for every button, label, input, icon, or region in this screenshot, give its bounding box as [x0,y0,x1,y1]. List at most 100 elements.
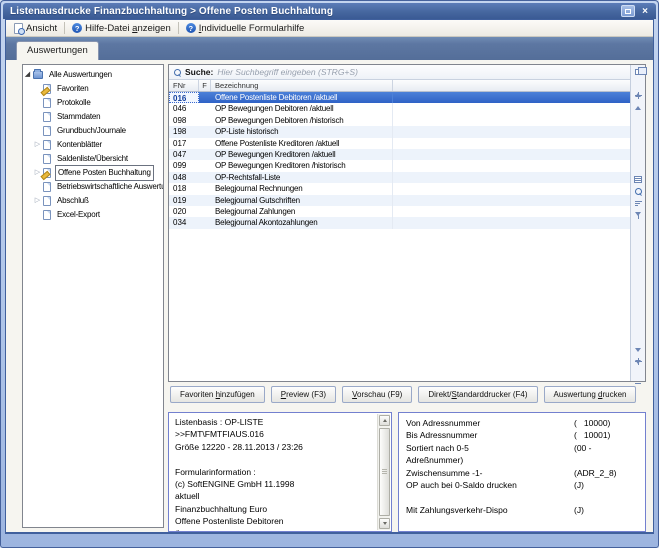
row-fnr: 198 [169,126,199,137]
vorschau-button[interactable]: Vorschau (F9) [342,386,412,403]
scroll-top-icon[interactable] [632,78,645,89]
tree-panel: ◢ Alle Auswertungen Favoriten Protokolle [22,64,164,528]
row-fnr: 046 [169,103,199,114]
title-bar[interactable]: Listenausdrucke Finanzbuchhaltung > Offe… [3,3,656,19]
table-row[interactable]: 017 Offene Postenliste Kreditoren /aktue… [169,138,630,149]
scroll-down-icon[interactable] [632,344,645,355]
table-row[interactable]: 018 Belegjournal Rechnungen [169,183,630,194]
parameter-row: Sortiert nach 0-5(00 - [406,442,639,454]
chevron-right-icon[interactable]: ▷ [33,194,42,208]
info-line: Formularinformation : [175,466,373,478]
tree-item-betriebswirtschaftliche-auswertungen[interactable]: Betriebswirtschaftliche Auswertungen [23,180,163,194]
tree-item-offene-posten-buchhaltung[interactable]: ▷ Offene Posten Buchhaltung [23,166,163,180]
row-flag [199,103,211,114]
table-row[interactable]: 098 OP Bewegungen Debitoren /historisch [169,115,630,126]
table-row[interactable]: 047 OP Bewegungen Kreditoren /aktuell [169,149,630,160]
info-line: Größe 12220 - 28.11.2013 / 23:26 [175,441,373,453]
document-icon [43,196,51,206]
parameter-row: Zwischensumme -1-(ADR_2_8) [406,467,639,479]
row-name: OP Bewegungen Debitoren /aktuell [211,103,393,114]
close-button[interactable]: × [638,5,652,17]
row-fnr: 018 [169,183,199,194]
row-fnr: 019 [169,195,199,206]
scroll-bottom-icon[interactable] [632,368,645,379]
document-star-icon [43,84,51,94]
tree-item-stammdaten[interactable]: Stammdaten [23,110,163,124]
scroll-down-icon[interactable] [379,518,390,529]
column-header-bezeichnung[interactable]: Bezeichnung [211,80,393,91]
row-flag [199,217,211,228]
restore-button[interactable] [621,5,635,17]
table-row[interactable]: 020 Belegjournal Zahlungen [169,206,630,217]
scroll-up-icon[interactable] [379,415,390,426]
column-list-icon[interactable] [632,174,645,185]
ansicht-button[interactable]: Ansicht [9,21,62,36]
tree-root-alle-auswertungen[interactable]: ◢ Alle Auswertungen [23,68,163,82]
report-table: Suche: Hier Suchbegriff eingeben (STRG+S… [169,65,630,381]
tree-item-grundbuch-journale[interactable]: Grundbuch/Journale [23,124,163,138]
direkt-standarddrucker-button[interactable]: Direkt/Standarddrucker (F4) [418,386,537,403]
preview-button[interactable]: Preview (F3) [271,386,336,403]
table-side-toolbar [630,65,645,381]
column-header-flag[interactable]: F [199,80,211,91]
table-row[interactable]: 198 OP-Liste historisch [169,126,630,137]
parameter-row: Von Adressnummer( 10000) [406,417,639,429]
tree-item-excel-export[interactable]: Excel-Export [23,208,163,222]
tree-item-label: Protokolle [55,96,93,110]
row-flag [199,115,211,126]
auswertung-drucken-button[interactable]: Auswertung drucken [544,386,637,403]
row-flag [199,138,211,149]
tree-item-abschluss[interactable]: ▷ Abschluß [23,194,163,208]
document-icon [43,210,51,220]
info-scrollbar[interactable] [377,414,390,530]
tree-item-label: Stammdaten [55,110,102,124]
toolbar-divider [64,22,65,34]
document-icon [43,112,51,122]
document-icon [43,140,51,150]
help-icon: ? [186,23,196,33]
restore-icon [625,9,631,14]
table-row[interactable]: 048 OP-Rechtsfall-Liste [169,172,630,183]
row-fnr: 034 [169,217,199,228]
table-row[interactable]: 019 Belegjournal Gutschriften [169,195,630,206]
info-line: >>FMT\FMTFIAUS.016 [175,428,373,440]
hilfe-datei-anzeigen-button[interactable]: ? Hilfe-Datei anzeigen [67,21,176,36]
tree-item-saldenliste-uebersicht[interactable]: Saldenliste/Übersicht [23,152,163,166]
folder-icon [33,71,43,79]
tree-item-label: Betriebswirtschaftliche Auswertungen [55,180,164,194]
search-bar[interactable]: Suche: Hier Suchbegriff eingeben (STRG+S… [169,65,630,80]
document-icon [43,182,51,192]
search-input[interactable]: Hier Suchbegriff eingeben (STRG+S) [217,67,358,77]
tab-auswertungen[interactable]: Auswertungen [16,41,99,60]
table-row[interactable]: 016 Offene Postenliste Debitoren /aktuel… [169,92,630,103]
tree-expanded-icon[interactable]: ◢ [23,68,32,82]
row-fnr: 048 [169,172,199,183]
tree-item-label: Grundbuch/Journale [55,124,128,138]
scroll-up-icon[interactable] [632,102,645,113]
row-name: Belegjournal Gutschriften [211,195,393,206]
client-area: Ansicht ? Hilfe-Datei anzeigen ? Individ… [5,19,654,534]
row-name: OP Bewegungen Kreditoren /aktuell [211,149,393,160]
parameter-row: Adreßnummer) [406,454,639,466]
scroll-page-up-icon[interactable] [632,90,645,101]
table-row[interactable]: 034 Belegjournal Akontozahlungen [169,217,630,228]
tree-item-kontenblaetter[interactable]: ▷ Kontenblätter [23,138,163,152]
scrollbar-thumb[interactable] [379,428,390,516]
tree-item-protokolle[interactable]: Protokolle [23,96,163,110]
filter-icon[interactable] [632,210,645,221]
sort-icon[interactable] [632,198,645,209]
tree-item-label: Favoriten [55,82,91,96]
table-row[interactable]: 046 OP Bewegungen Debitoren /aktuell [169,103,630,114]
hilfe-datei-label: Hilfe-Datei anzeigen [85,23,171,34]
column-header-fnr[interactable]: FNr [169,80,199,91]
info-line: (c) SoftENGINE GmbH 11.1998 [175,478,373,490]
tree-item-favoriten[interactable]: Favoriten [23,82,163,96]
preview-document-icon [14,23,23,34]
zoom-icon[interactable] [632,186,645,197]
table-row[interactable]: 099 OP Bewegungen Kreditoren /historisch [169,160,630,171]
chevron-right-icon[interactable]: ▷ [33,138,42,152]
individuelle-formularhilfe-button[interactable]: ? Individuelle Formularhilfe [181,21,310,36]
parameter-row: OP auch bei 0-Saldo drucken(J) [406,479,639,491]
search-icon [174,69,181,76]
favoriten-hinzufuegen-button[interactable]: Favoriten hinzufügen [170,386,265,403]
